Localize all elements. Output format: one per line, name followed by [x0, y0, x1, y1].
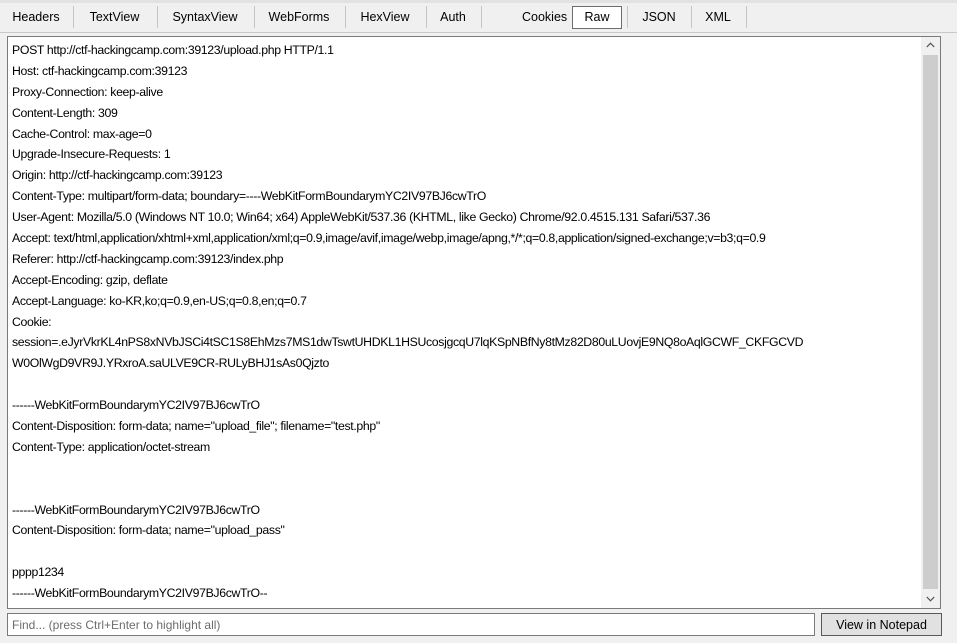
tab-raw[interactable]: Raw	[572, 6, 622, 29]
body-line: ------WebKitFormBoundarymYC2IV97BJ6cwTrO	[12, 398, 260, 413]
inspector-tab-bar: Headers TextView SyntaxView WebForms Hex…	[0, 0, 957, 33]
header-line: User-Agent: Mozilla/5.0 (Windows NT 10.0…	[12, 210, 711, 225]
tab-divider	[345, 6, 346, 28]
header-line: Accept-Encoding: gzip, deflate	[12, 272, 168, 287]
tab-divider	[691, 6, 692, 28]
cookie-line: W0OlWgD9VR9J.YRxroA.saULVE9CR-RULyBHJ1sA…	[12, 356, 330, 371]
body-line: ------WebKitFormBoundarymYC2IV97BJ6cwTrO…	[12, 586, 268, 601]
body-line: Content-Disposition: form-data; name="up…	[12, 523, 285, 538]
tab-divider	[746, 6, 747, 28]
header-line: Origin: http://ctf-hackingcamp.com:39123	[12, 168, 223, 183]
tab-divider	[481, 6, 482, 28]
header-line: Accept: text/html,application/xhtml+xml,…	[12, 231, 766, 246]
tab-webforms[interactable]: WebForms	[259, 4, 339, 30]
header-line: Referer: http://ctf-hackingcamp.com:3912…	[12, 251, 284, 266]
body-line: ------WebKitFormBoundarymYC2IV97BJ6cwTrO	[12, 502, 260, 517]
vertical-scrollbar[interactable]	[921, 36, 941, 609]
header-line: Cache-Control: max-age=0	[12, 126, 152, 141]
tab-divider	[157, 6, 158, 28]
view-in-notepad-button[interactable]: View in Notepad	[821, 613, 942, 636]
tab-auth[interactable]: Auth	[431, 4, 475, 30]
raw-request-text: POST http://ctf-hackingcamp.com:39123/up…	[12, 40, 920, 604]
request-line: POST http://ctf-hackingcamp.com:39123/up…	[12, 43, 334, 57]
header-line: Cookie:	[12, 314, 52, 329]
header-line: Accept-Language: ko-KR,ko;q=0.9,en-US;q=…	[12, 293, 307, 308]
chevron-up-icon[interactable]	[921, 37, 940, 54]
tab-divider	[73, 6, 74, 28]
header-line: Content-Type: multipart/form-data; bound…	[12, 189, 486, 204]
raw-request-textbox[interactable]: POST http://ctf-hackingcamp.com:39123/up…	[7, 36, 941, 609]
body-line: pppp1234	[12, 565, 64, 580]
top-strip	[0, 0, 957, 3]
chevron-down-icon[interactable]	[921, 591, 940, 608]
tab-headers[interactable]: Headers	[3, 4, 69, 30]
tab-divider	[627, 6, 628, 28]
body-line: Content-Type: application/octet-stream	[12, 439, 210, 454]
tab-hexview[interactable]: HexView	[350, 4, 420, 30]
tab-json[interactable]: JSON	[632, 4, 686, 30]
header-line: Proxy-Connection: keep-alive	[12, 84, 163, 99]
tab-textview[interactable]: TextView	[78, 4, 151, 30]
scrollbar-thumb[interactable]	[923, 55, 938, 589]
tab-divider	[254, 6, 255, 28]
find-input[interactable]	[7, 613, 815, 636]
header-line: Content-Length: 309	[12, 105, 118, 120]
tab-cookies[interactable]: Cookies	[518, 4, 568, 30]
tab-xml[interactable]: XML	[696, 4, 740, 30]
cookie-line: session=.eJyrVkrKL4nPS8xNVbJSCi4tSC1S8Eh…	[12, 335, 804, 350]
tab-syntaxview[interactable]: SyntaxView	[162, 4, 248, 30]
header-line: Upgrade-Insecure-Requests: 1	[12, 147, 171, 162]
tab-divider	[426, 6, 427, 28]
body-line: Content-Disposition: form-data; name="up…	[12, 419, 380, 434]
header-line: Host: ctf-hackingcamp.com:39123	[12, 63, 188, 78]
